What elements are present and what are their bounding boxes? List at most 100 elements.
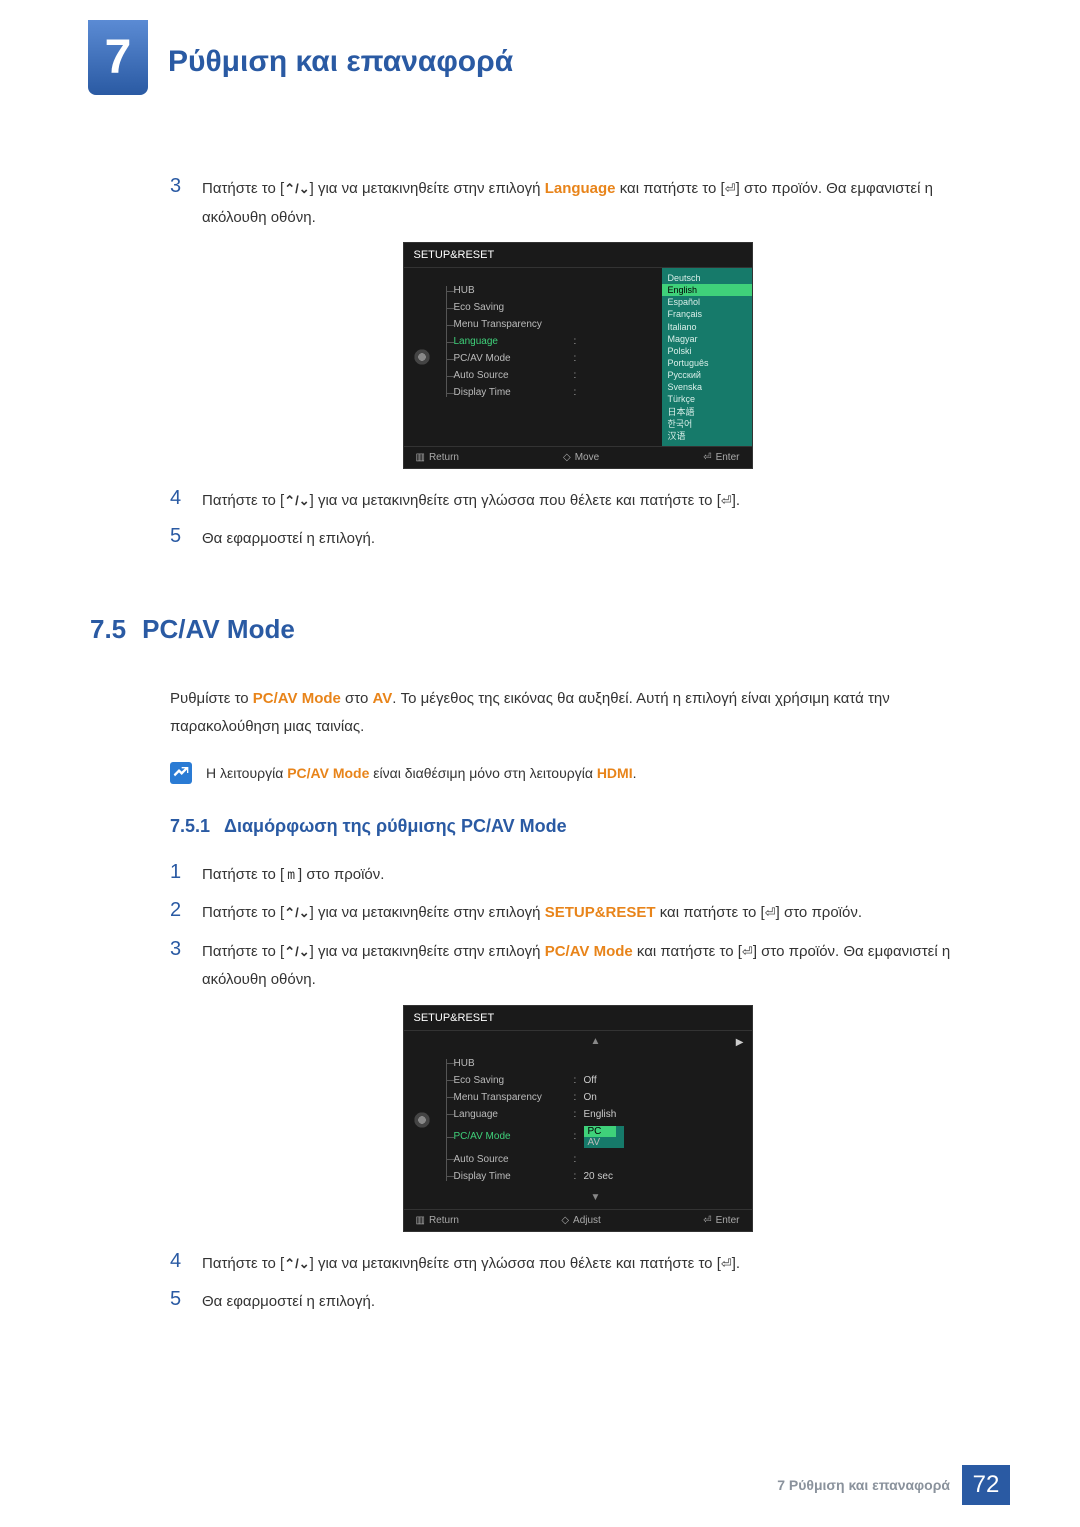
updown-icon: ⌃/⌄ xyxy=(284,944,309,959)
text: και πατήστε το [ xyxy=(656,904,765,921)
text: ]. xyxy=(732,492,740,509)
lang-item: 汉语 xyxy=(662,430,752,442)
lang-item: Polski xyxy=(662,345,752,357)
enter-icon: ⏎ xyxy=(721,1256,732,1271)
osd-title: SETUP&RESET xyxy=(404,1006,752,1031)
osd-menu-item: PC/AV Mode: xyxy=(454,350,662,367)
text: Πατήστε το [ xyxy=(202,180,284,197)
text: ] για να μετακινηθείτε στην επιλογή xyxy=(310,904,545,921)
lang-item: 한국어 xyxy=(662,418,752,430)
lang-item: Türkçe xyxy=(662,393,752,405)
section-title: PC/AV Mode xyxy=(142,614,295,645)
osd-label: Auto Source xyxy=(454,370,574,381)
page-content: 3 Πατήστε το [⌃/⌄] για να μετακινηθείτε … xyxy=(0,95,1080,1447)
step-number: 5 xyxy=(170,1288,184,1317)
step-text: Πατήστε το [⌃/⌄] για να μετακινηθείτε στ… xyxy=(202,1250,740,1279)
osd-label: HUB xyxy=(454,1058,574,1069)
text: στο xyxy=(341,690,373,707)
osd-value: Off xyxy=(584,1075,597,1086)
step-2: 2 Πατήστε το [⌃/⌄] για να μετακινηθείτε … xyxy=(170,899,985,928)
lang-item: Italiano xyxy=(662,321,752,333)
step-text: Θα εφαρμοστεί η επιλογή. xyxy=(202,1288,375,1317)
osd-menu-item: Menu Transparency:On xyxy=(454,1089,752,1106)
gear-icon xyxy=(413,348,431,366)
step-text: Πατήστε το [m] στο προϊόν. xyxy=(202,861,384,890)
osd-menu-item-selected: PC/AV Mode: PC AV xyxy=(454,1123,752,1151)
osd-value: 20 sec xyxy=(584,1171,613,1182)
footer-chapter-ref: 7 Ρύθμιση και επαναφορά xyxy=(777,1477,950,1493)
text: ] στο προϊόν. xyxy=(776,904,862,921)
osd-side-icon xyxy=(404,268,440,446)
osd-dropdown: PC AV xyxy=(584,1126,624,1148)
osd-label: Eco Saving xyxy=(454,302,574,313)
keyword-hdmi: HDMI xyxy=(597,765,633,781)
osd-return: ▥ Return xyxy=(416,1215,459,1226)
osd-dropdown-option: AV xyxy=(588,1137,601,1148)
lang-item: Magyar xyxy=(662,333,752,345)
up-arrow-icon: ▲ xyxy=(440,1037,752,1047)
text: Πατήστε το [ xyxy=(202,492,284,509)
section-7-5-header: 7.5 PC/AV Mode xyxy=(90,614,985,645)
step-number: 4 xyxy=(170,1250,184,1279)
step-number: 3 xyxy=(170,175,184,232)
osd-menu-item: Auto Source: xyxy=(454,367,662,384)
osd-menu-item: Display Time:20 sec xyxy=(454,1168,752,1185)
osd-menu-item-selected: Language: xyxy=(454,333,662,350)
subsection-number: 7.5.1 xyxy=(170,816,210,837)
gear-icon xyxy=(413,1111,431,1129)
text: ] στο προϊόν. xyxy=(298,866,384,883)
step-text: Πατήστε το [⌃/⌄] για να μετακινηθείτε στ… xyxy=(202,938,985,995)
chapter-header: 7 Ρύθμιση και επαναφορά xyxy=(0,0,1080,95)
text: Πατήστε το [ xyxy=(202,866,284,883)
keyword-pcav: PC/AV Mode xyxy=(287,765,369,781)
osd-value: On xyxy=(584,1092,597,1103)
updown-icon: ⌃/⌄ xyxy=(284,181,309,196)
keyword-setupreset: SETUP&RESET xyxy=(545,904,656,921)
lang-item: Русский xyxy=(662,369,752,381)
down-arrow-icon: ▼ xyxy=(440,1193,752,1203)
step-text: Πατήστε το [⌃/⌄] για να μετακινηθείτε στ… xyxy=(202,175,985,232)
osd-label: HUB xyxy=(454,285,574,296)
osd-menu-item: Eco Saving:Off xyxy=(454,1072,752,1089)
text: . xyxy=(633,765,637,781)
note: Η λειτουργία PC/AV Mode είναι διαθέσιμη … xyxy=(170,762,985,786)
m-key-icon: m xyxy=(284,864,298,889)
osd-label: PC/AV Mode xyxy=(454,353,574,364)
text: ] για να μετακινηθείτε στην επιλογή xyxy=(310,943,545,960)
osd-footer: ▥ Return ◇ Move ⏎ Enter xyxy=(404,446,752,468)
osd-screenshot-language: SETUP&RESET HUB Eco Saving Menu Transpar… xyxy=(170,242,985,469)
subsection-title: Διαμόρφωση της ρύθμισης PC/AV Mode xyxy=(224,816,567,837)
osd-label: Menu Transparency xyxy=(454,319,574,330)
lang-item: Português xyxy=(662,357,752,369)
step-3: 3 Πατήστε το [⌃/⌄] για να μετακινηθείτε … xyxy=(170,938,985,995)
osd-enter: ⏎ Enter xyxy=(703,452,739,463)
chapter-number-badge: 7 xyxy=(88,20,148,95)
page-number: 72 xyxy=(962,1465,1010,1505)
text: Πατήστε το [ xyxy=(202,943,284,960)
osd-screenshot-pcav: SETUP&RESET ▲ ▶ HUB Eco Saving:Off Menu … xyxy=(170,1005,985,1232)
osd-label: PC/AV Mode xyxy=(454,1131,574,1142)
step-number: 5 xyxy=(170,525,184,554)
lang-item: Français xyxy=(662,308,752,320)
step-4: 4 Πατήστε το [⌃/⌄] για να μετακινηθείτε … xyxy=(170,1250,985,1279)
osd-menu-item: HUB xyxy=(454,282,662,299)
step-text: Πατήστε το [⌃/⌄] για να μετακινηθείτε στ… xyxy=(202,899,862,928)
text: ]. xyxy=(732,1255,740,1272)
lang-item: Deutsch xyxy=(662,272,752,284)
step-number: 4 xyxy=(170,487,184,516)
osd-adjust: ◇ Adjust xyxy=(561,1215,601,1226)
osd-label: Display Time xyxy=(454,1171,574,1182)
lang-item: 日本語 xyxy=(662,406,752,418)
step-number: 2 xyxy=(170,899,184,928)
note-icon xyxy=(170,762,192,784)
step-3: 3 Πατήστε το [⌃/⌄] για να μετακινηθείτε … xyxy=(170,175,985,232)
osd-menu-item: Display Time: xyxy=(454,384,662,401)
osd-label: Menu Transparency xyxy=(454,1092,574,1103)
text: Ρυθμίστε το xyxy=(170,690,253,707)
lang-item: Svenska xyxy=(662,381,752,393)
step-4: 4 Πατήστε το [⌃/⌄] για να μετακινηθείτε … xyxy=(170,487,985,516)
osd-label: Language xyxy=(454,336,574,347)
step-1: 1 Πατήστε το [m] στο προϊόν. xyxy=(170,861,985,890)
osd-language-list: Deutsch English Español Français Italian… xyxy=(662,268,752,446)
page-footer: 7 Ρύθμιση και επαναφορά 72 xyxy=(777,1465,1010,1505)
